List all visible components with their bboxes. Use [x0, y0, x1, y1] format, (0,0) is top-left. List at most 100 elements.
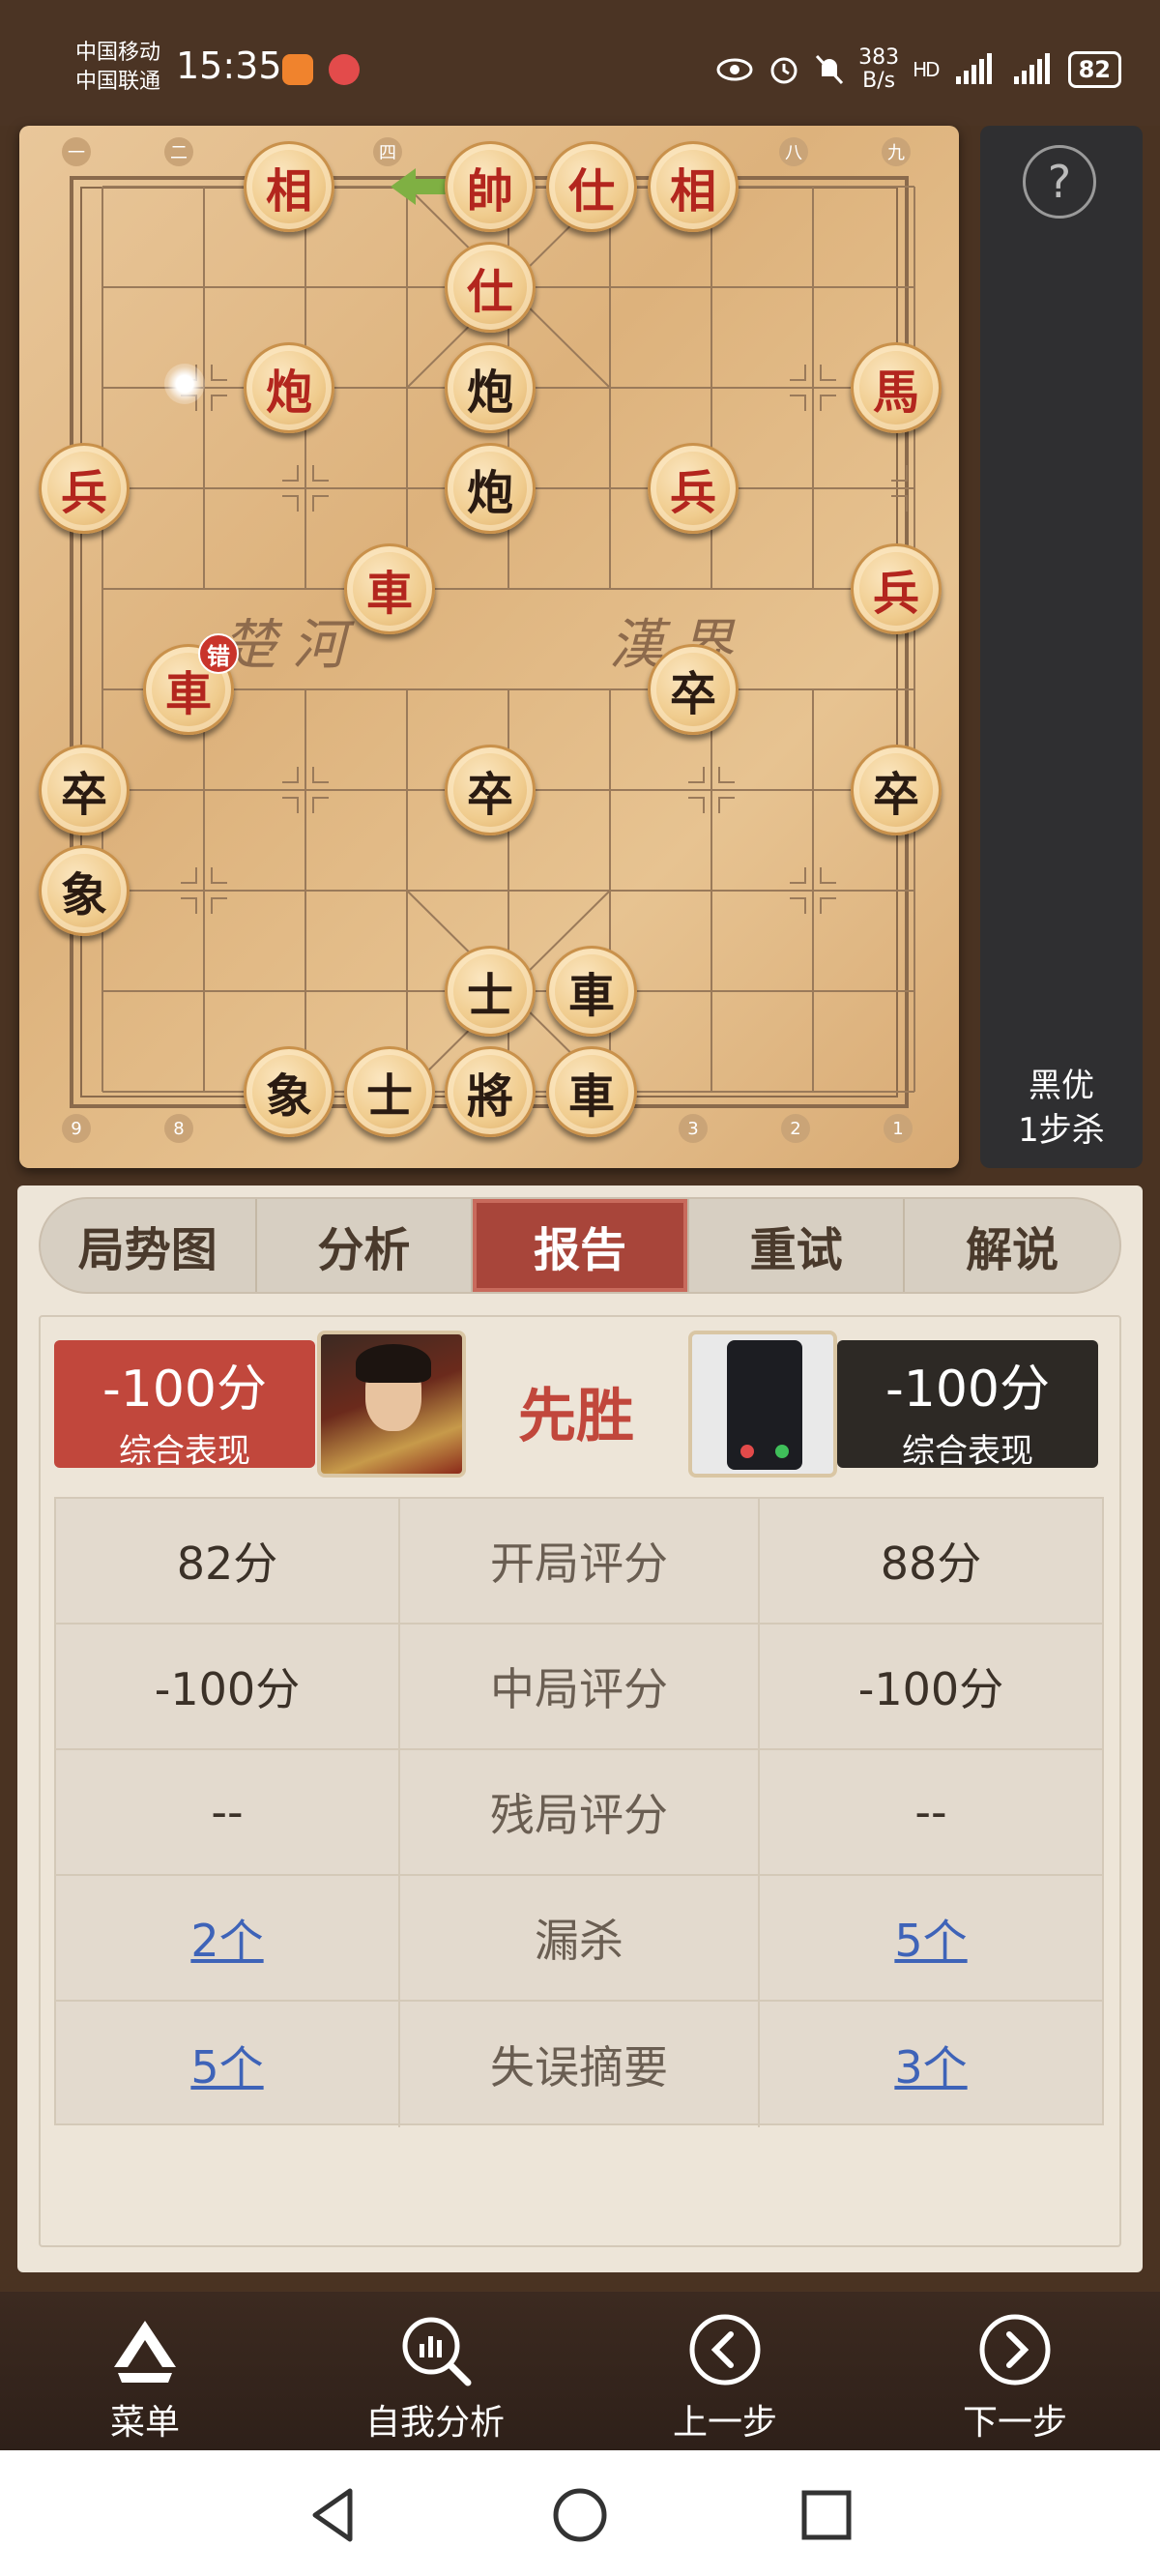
coord-bottom-8: 8	[164, 1114, 193, 1143]
mistake-summary-right-link[interactable]: 3个	[760, 2002, 1102, 2127]
row-left-value: --	[56, 1750, 400, 1874]
piece-red-cannon[interactable]: 炮	[244, 342, 334, 433]
red-score-value: -100分	[102, 1361, 268, 1419]
avatar-hair	[356, 1344, 431, 1383]
eye-icon	[716, 58, 753, 81]
piece-black-chariot[interactable]: 車	[546, 1046, 637, 1137]
row-left-value: 82分	[56, 1499, 400, 1623]
chess-board[interactable]: 一 二 四 八 九 9 8 3 2 1 楚河 漢界 相 帥 仕 相 仕 炮 炮 …	[19, 126, 959, 1168]
row-right-value: 88分	[880, 1537, 982, 1590]
piece-red-advisor[interactable]: 仕	[546, 141, 637, 232]
row-left-value: -100分	[56, 1625, 400, 1748]
row-label: 漏杀	[400, 1876, 760, 2000]
signal-5g-icon	[955, 53, 992, 84]
mistake-summary-left-link[interactable]: 5个	[56, 2002, 400, 2127]
evaluation-line-1: 黑优	[1029, 1067, 1094, 1105]
piece-red-horse[interactable]: 馬	[851, 342, 942, 433]
mute-icon	[816, 54, 844, 85]
tab-bar: 局势图 分析 报告 重试 解说	[39, 1197, 1121, 1294]
coord-top-2: 二	[164, 137, 193, 166]
row-right-value: --	[914, 1786, 947, 1838]
row-label: 失误摘要	[400, 2002, 760, 2127]
piece-black-cannon[interactable]: 炮	[445, 342, 536, 433]
move-origin-marker	[164, 364, 205, 404]
net-speed-unit: B/s	[862, 69, 896, 93]
signal-4g-icon	[1013, 53, 1050, 84]
coord-bottom-2: 2	[781, 1114, 810, 1143]
game-result: 先胜	[518, 1383, 634, 1450]
piece-red-soldier[interactable]: 兵	[39, 443, 130, 534]
coord-bottom-3: 3	[679, 1114, 708, 1143]
black-player-avatar[interactable]	[688, 1331, 837, 1478]
carrier-2: 中国联通	[75, 70, 161, 94]
piece-black-pawn[interactable]: 卒	[648, 644, 739, 735]
piece-black-chariot[interactable]: 車	[546, 946, 637, 1037]
tab-retry[interactable]: 重试	[689, 1199, 906, 1292]
river-label-left: 楚河	[222, 614, 362, 677]
missed-kill-left-link[interactable]: 2个	[56, 1876, 400, 2000]
tab-analysis[interactable]: 分析	[257, 1199, 474, 1292]
back-triangle-icon[interactable]	[300, 2481, 367, 2549]
menu-button[interactable]: 菜单	[48, 2311, 242, 2444]
black-score-value: -100分	[884, 1361, 1051, 1419]
system-nav-bar	[0, 2450, 1160, 2576]
missed-kill-right-link[interactable]: 5个	[760, 1876, 1102, 2000]
net-speed: 383 B/s	[858, 46, 899, 93]
tab-report[interactable]: 报告	[473, 1199, 689, 1292]
table-row: -100分 中局评分 -100分	[56, 1625, 1102, 1750]
bottom-nav: 菜单 自我分析 上一步 下一步	[0, 2292, 1160, 2450]
red-player-score: -100分 综合表现	[54, 1340, 315, 1471]
piece-red-general[interactable]: 帥	[445, 141, 536, 232]
piece-red-advisor[interactable]: 仕	[445, 242, 536, 333]
piece-red-elephant[interactable]: 相	[244, 141, 334, 232]
piece-black-cannon[interactable]: 炮	[445, 443, 536, 534]
row-label: 残局评分	[400, 1750, 760, 1874]
avatar-dot-green	[775, 1445, 789, 1458]
coord-bottom-1: 1	[884, 1114, 913, 1143]
tab-commentary[interactable]: 解说	[905, 1199, 1119, 1292]
piece-black-elephant[interactable]: 象	[39, 845, 130, 936]
next-step-label: 下一步	[962, 2403, 1067, 2443]
clock: 15:35	[176, 44, 282, 87]
red-player-avatar[interactable]	[317, 1331, 466, 1478]
hd-icon: HD	[913, 58, 940, 81]
status-bar: 中国移动 中国联通 15:35 383 B/s HD 82	[0, 0, 1160, 126]
row-right-value: -100分	[857, 1663, 1004, 1715]
piece-red-soldier[interactable]: 兵	[648, 443, 739, 534]
next-step-button[interactable]: 下一步	[918, 2311, 1112, 2444]
piece-red-elephant[interactable]: 相	[648, 141, 739, 232]
error-badge: 错	[198, 633, 239, 674]
avatar-dot-red	[740, 1445, 754, 1458]
table-row: 2个 漏杀 5个	[56, 1876, 1102, 2002]
row-label: 开局评分	[400, 1499, 760, 1623]
piece-red-soldier[interactable]: 兵	[851, 543, 942, 634]
piece-black-pawn[interactable]: 卒	[445, 745, 536, 835]
row-label: 中局评分	[400, 1625, 760, 1748]
search-app-icon	[329, 54, 360, 85]
home-circle-icon[interactable]	[546, 2481, 614, 2549]
alarm-icon	[770, 57, 798, 84]
piece-black-advisor[interactable]: 士	[344, 1046, 435, 1137]
table-row: 5个 失误摘要 3个	[56, 2002, 1102, 2127]
self-analysis-button[interactable]: 自我分析	[338, 2311, 532, 2444]
piece-red-chariot-error[interactable]: 車 错	[143, 633, 239, 735]
help-button[interactable]: ?	[1023, 145, 1096, 219]
coord-top-9: 九	[882, 137, 911, 166]
next-step-icon	[979, 2314, 1051, 2386]
piece-black-pawn[interactable]: 卒	[39, 745, 130, 835]
previous-step-button[interactable]: 上一步	[628, 2311, 822, 2444]
piece-red-chariot[interactable]: 車	[344, 543, 435, 634]
previous-step-label: 上一步	[672, 2403, 777, 2443]
piece-black-general[interactable]: 將	[445, 1046, 536, 1137]
carrier-labels: 中国移动 中国联通	[75, 39, 160, 97]
carrier-1: 中国移动	[75, 41, 161, 65]
self-analysis-icon	[402, 2317, 472, 2386]
piece-black-advisor[interactable]: 士	[445, 946, 536, 1037]
piece-black-elephant[interactable]: 象	[244, 1046, 334, 1137]
piece-black-pawn[interactable]: 卒	[851, 745, 942, 835]
battery-indicator: 82	[1067, 51, 1121, 88]
tab-situation-chart[interactable]: 局势图	[41, 1199, 257, 1292]
evaluation-line-2: 1步杀	[1018, 1111, 1105, 1150]
self-analysis-label: 自我分析	[364, 2403, 505, 2443]
recents-square-icon[interactable]	[793, 2481, 860, 2549]
